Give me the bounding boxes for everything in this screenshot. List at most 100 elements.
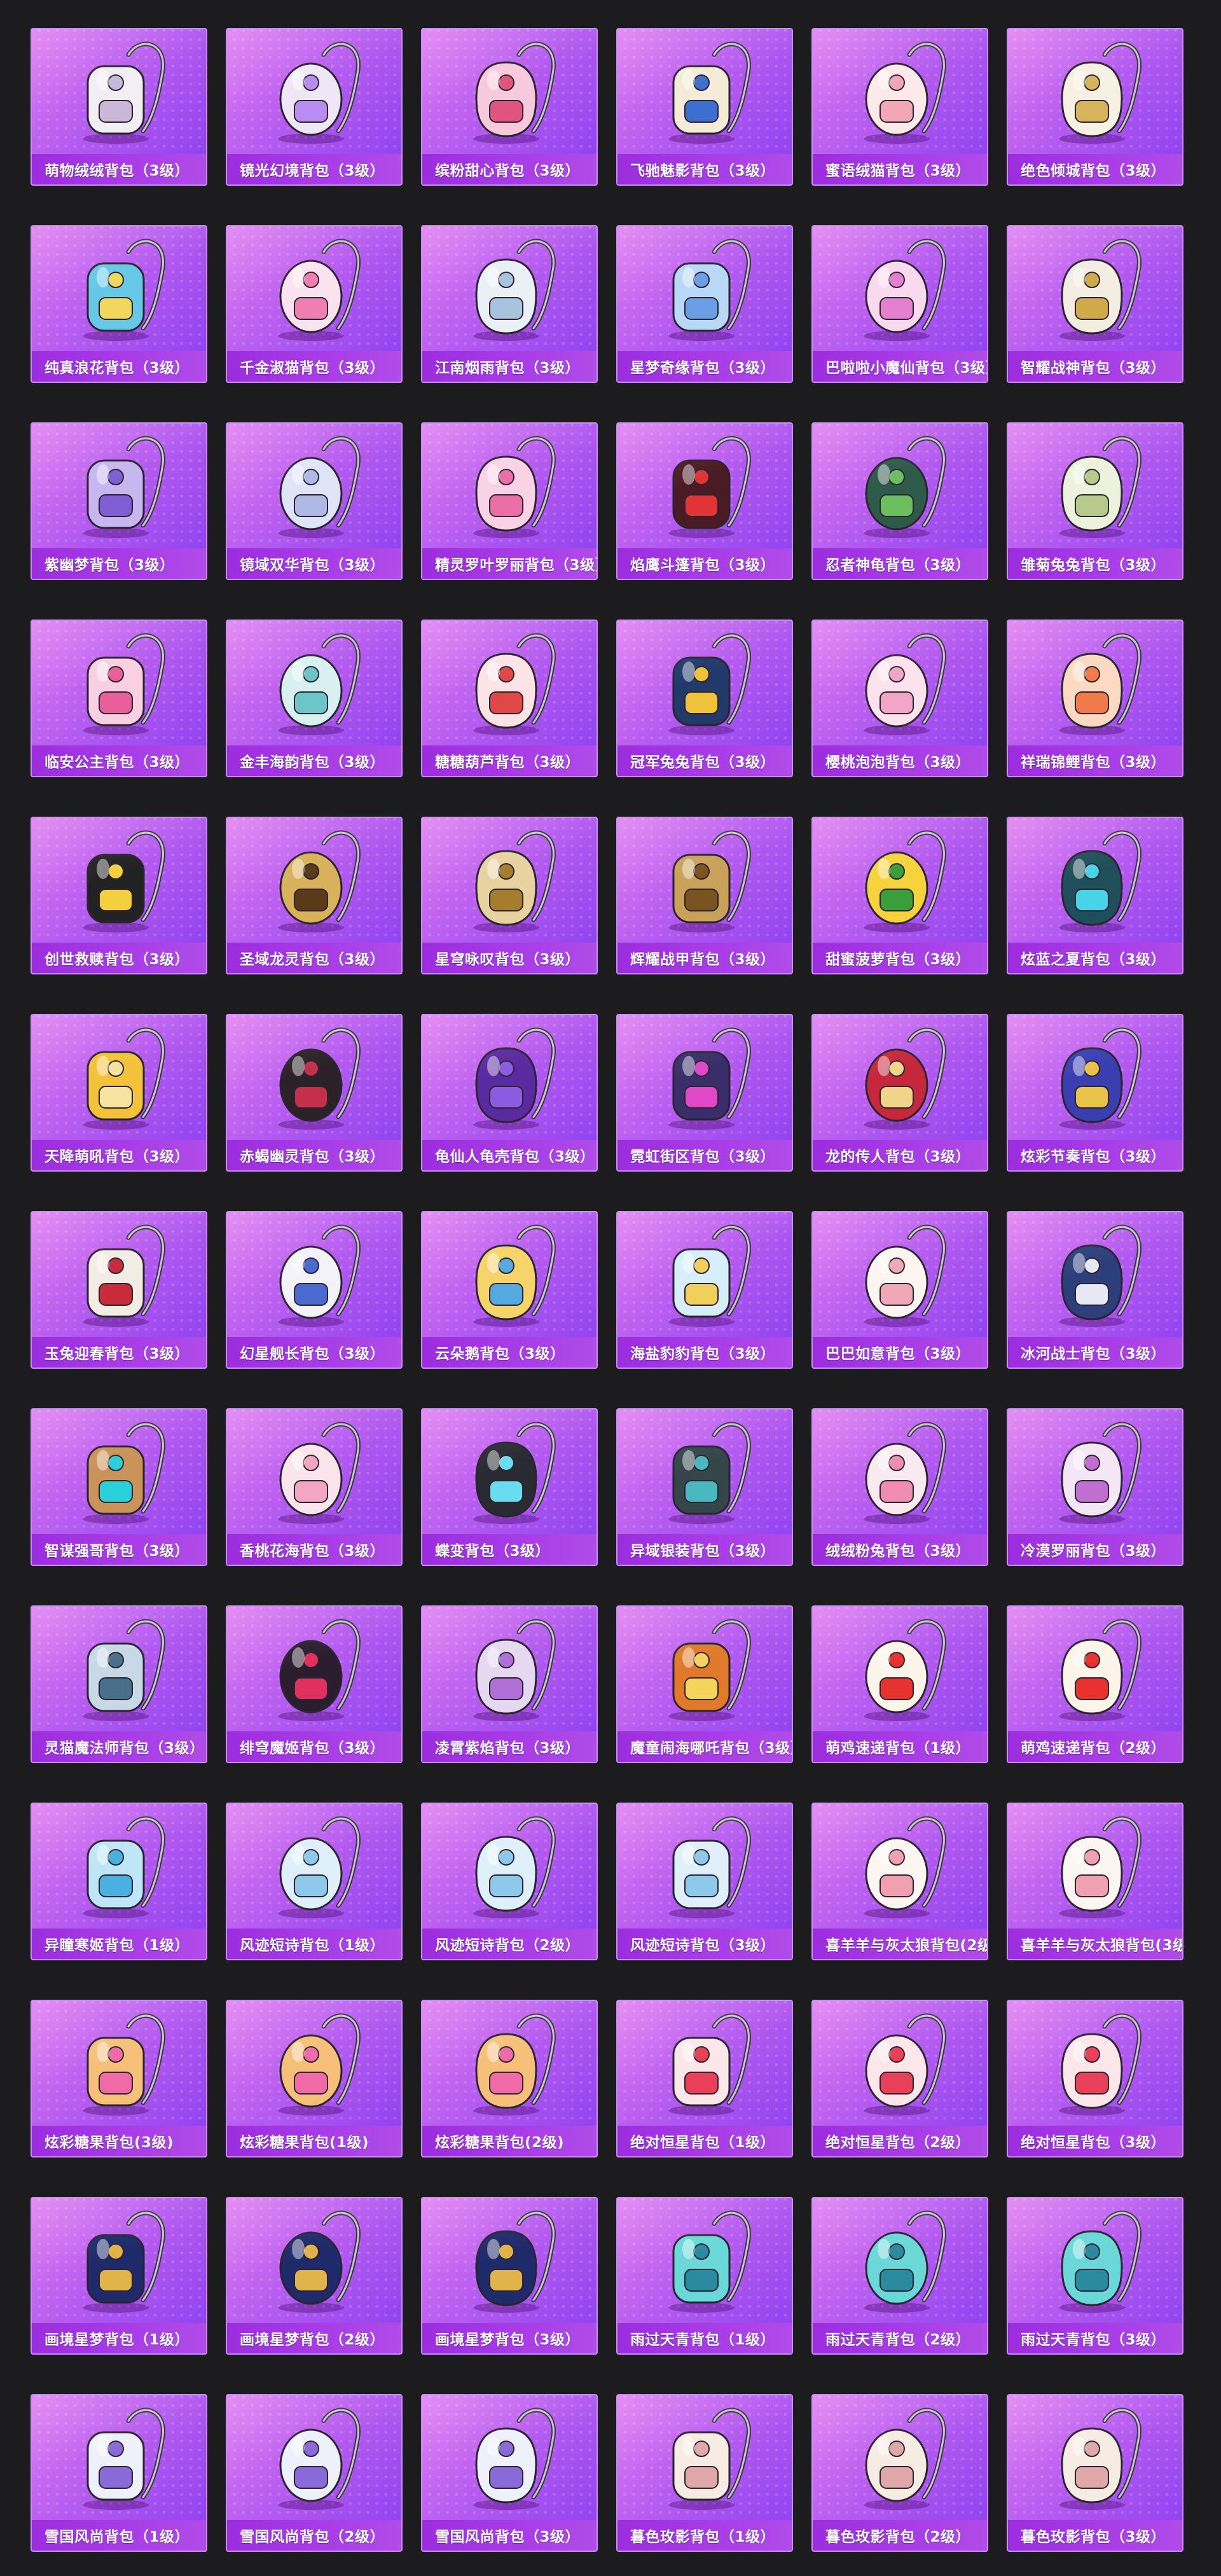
backpack-card[interactable]: 风迹短诗背包（1级） (226, 1803, 403, 1960)
backpack-card[interactable]: 冷漠罗丽背包（3级） (1007, 1408, 1183, 1566)
backpack-card[interactable]: 镜光幻境背包（3级） (226, 28, 403, 186)
backpack-card[interactable]: 炫蓝之夏背包（3级） (1007, 817, 1183, 974)
backpack-card[interactable]: 冠军兔兔背包（3级） (616, 620, 793, 777)
backpack-card[interactable]: 玉兔迎春背包（3级） (31, 1211, 207, 1369)
backpack-card[interactable]: 精灵罗叶罗丽背包（3级） (421, 422, 598, 580)
backpack-card[interactable]: 异域银装背包（3级） (616, 1408, 793, 1566)
backpack-card[interactable]: 创世救赎背包（3级） (31, 817, 207, 974)
label-bar: 智谋强哥背包（3级） (32, 1534, 206, 1565)
backpack-card[interactable]: 镜域双华背包（3级） (226, 422, 403, 580)
label-bar: 千金淑猫背包（3级） (227, 351, 401, 382)
backpack-card[interactable]: 金丰海韵背包（3级） (226, 620, 403, 777)
backpack-card[interactable]: 智耀战神背包（3级） (1007, 225, 1183, 383)
backpack-card[interactable]: 异瞳寒姬背包（1级） (31, 1803, 207, 1960)
backpack-card[interactable]: 蜜语绒猫背包（3级） (811, 28, 988, 186)
backpack-card[interactable]: 天降萌吼背包（3级） (31, 1014, 207, 1172)
backpack-card[interactable]: 星梦奇缘背包（3级） (616, 225, 793, 383)
backpack-card[interactable]: 喜羊羊与灰太狼背包(3级) (1007, 1803, 1183, 1960)
backpack-card[interactable]: 雏菊兔兔背包（3级） (1007, 422, 1183, 580)
backpack-name: 金丰海韵背包（3级） (240, 754, 385, 771)
dragon-heir-backpack-icon (864, 1027, 946, 1130)
backpack-card[interactable]: 冰河战士背包（3级） (1007, 1211, 1183, 1369)
pink-plush-bunny-backpack-icon (864, 1422, 946, 1524)
backpack-card[interactable]: 龙的传人背包（3级） (811, 1014, 988, 1172)
backpack-card[interactable]: 绝对恒星背包（2级） (811, 2000, 988, 2157)
backpack-card[interactable]: 暮色玫影背包（1级） (616, 2394, 793, 2552)
backpack-name: 智谋强哥背包（3级） (45, 1543, 190, 1560)
backpack-card[interactable]: 魔童闹海哪吒背包（3级） (616, 1605, 793, 1763)
backpack-card[interactable]: 风迹短诗背包（3级） (616, 1803, 793, 1960)
backpack-image (227, 29, 401, 154)
backpack-card[interactable]: 缤粉甜心背包（3级） (421, 28, 598, 186)
backpack-card[interactable]: 萌鸡速递背包（1级） (811, 1605, 988, 1763)
backpack-card[interactable]: 风迹短诗背包（2级） (421, 1803, 598, 1960)
backpack-card[interactable]: 甜蜜菠萝背包（3级） (811, 817, 988, 974)
backpack-card[interactable]: 画境星梦背包（2级） (226, 2197, 403, 2355)
backpack-card[interactable]: 暮色玫影背包（3级） (1007, 2394, 1183, 2552)
backpack-card[interactable]: 蝶变背包（3级） (421, 1408, 598, 1566)
backpack-card[interactable]: 辉耀战甲背包（3级） (616, 817, 793, 974)
backpack-card[interactable]: 灵猫魔法师背包（3级） (31, 1605, 207, 1763)
backpack-card[interactable]: 画境星梦背包（3级） (421, 2197, 598, 2355)
backpack-card[interactable]: 雨过天青背包（2级） (811, 2197, 988, 2355)
backpack-card[interactable]: 雪国风尚背包（2级） (226, 2394, 403, 2552)
backpack-card[interactable]: 纯真浪花背包（3级） (31, 225, 207, 383)
backpack-card[interactable]: 绯穹魔姬背包（3级） (226, 1605, 403, 1763)
backpack-card[interactable]: 雨过天青背包（1级） (616, 2197, 793, 2355)
backpack-card[interactable]: 幻星舰长背包（3级） (226, 1211, 403, 1369)
backpack-card[interactable]: 凌霄紫焰背包（3级） (421, 1605, 598, 1763)
backpack-card[interactable]: 炫彩糖果背包(2级) (421, 2000, 598, 2157)
backpack-card[interactable]: 星穹咏叹背包（3级） (421, 817, 598, 974)
backpack-card[interactable]: 糖糖葫芦背包（3级） (421, 620, 598, 777)
backpack-card[interactable]: 绝对恒星背包（1级） (616, 2000, 793, 2157)
backpack-card[interactable]: 云朵鹅背包（3级） (421, 1211, 598, 1369)
backpack-card[interactable]: 喜羊羊与灰太狼背包(2级) (811, 1803, 988, 1960)
backpack-card[interactable]: 焰鹰斗篷背包（3级） (616, 422, 793, 580)
backpack-card[interactable]: 龟仙人龟壳背包（3级） (421, 1014, 598, 1172)
label-bar: 魔童闹海哪吒背包（3级） (617, 1731, 792, 1762)
backpack-card[interactable]: 雨过天青背包（3级） (1007, 2197, 1183, 2355)
backpack-card[interactable]: 千金淑猫背包（3级） (226, 225, 403, 383)
label-bar: 暮色玫影背包（1级） (617, 2520, 792, 2551)
label-bar: 暮色玫影背包（2级） (813, 2520, 987, 2551)
backpack-name: 绯穹魔姬背包（3级） (240, 1740, 385, 1757)
backpack-card[interactable]: 忍者神龟背包（3级） (811, 422, 988, 580)
label-bar: 绯穹魔姬背包（3级） (227, 1731, 401, 1762)
backpack-card[interactable]: 画境星梦背包（1级） (31, 2197, 207, 2355)
donut-backpack-icon (278, 2013, 361, 2116)
backpack-card[interactable]: 祥瑞锦鲤背包（3级） (1007, 620, 1183, 777)
celadon-backpack-icon (1059, 2210, 1142, 2313)
backpack-card[interactable]: 雪国风尚背包（1级） (31, 2394, 207, 2552)
backpack-card[interactable]: 绝对恒星背包（3级） (1007, 2000, 1183, 2157)
label-bar: 甜蜜菠萝背包（3级） (813, 943, 987, 973)
backpack-card[interactable]: 海盐豹豹背包（3级） (616, 1211, 793, 1369)
backpack-card[interactable]: 巴啦啦小魔仙背包（3级） (811, 225, 988, 383)
backpack-card[interactable]: 飞驰魅影背包（3级） (616, 28, 793, 186)
backpack-card[interactable]: 赤蝎幽灵背包（3级） (226, 1014, 403, 1172)
backpack-image (422, 2395, 597, 2520)
backpack-card[interactable]: 樱桃泡泡背包（3级） (811, 620, 988, 777)
backpack-card[interactable]: 绝色倾城背包（3级） (1007, 28, 1183, 186)
label-bar: 圣域龙灵背包（3级） (227, 943, 401, 973)
champion-bunny-backpack-icon (668, 633, 751, 735)
backpack-card[interactable]: 暮色玫影背包（2级） (811, 2394, 988, 2552)
exotic-silver-backpack-icon (668, 1422, 751, 1524)
backpack-card[interactable]: 紫幽梦背包（3级） (31, 422, 207, 580)
backpack-card[interactable]: 香桃花海背包（3级） (226, 1408, 403, 1566)
label-bar: 龙的传人背包（3级） (813, 1140, 987, 1170)
sweet-pineapple-backpack-icon (864, 830, 946, 932)
backpack-card[interactable]: 巴巴如意背包（3级） (811, 1211, 988, 1369)
backpack-card[interactable]: 江南烟雨背包（3级） (421, 225, 598, 383)
backpack-card[interactable]: 临安公主背包（3级） (31, 620, 207, 777)
backpack-card[interactable]: 智谋强哥背包（3级） (31, 1408, 207, 1566)
backpack-card[interactable]: 绒绒粉兔背包（3级） (811, 1408, 988, 1566)
backpack-card[interactable]: 炫彩节奏背包（3级） (1007, 1014, 1183, 1172)
backpack-card[interactable]: 雪国风尚背包（3级） (421, 2394, 598, 2552)
backpack-card[interactable]: 炫彩糖果背包(1级) (226, 2000, 403, 2157)
backpack-card[interactable]: 萌物绒绒背包（3级） (31, 28, 207, 186)
snow-fashion-backpack-icon (83, 2407, 165, 2510)
backpack-card[interactable]: 炫彩糖果背包(3级) (31, 2000, 207, 2157)
backpack-card[interactable]: 霓虹街区背包（3级） (616, 1014, 793, 1172)
backpack-card[interactable]: 萌鸡速递背包（2级） (1007, 1605, 1183, 1763)
backpack-card[interactable]: 圣域龙灵背包（3级） (226, 817, 403, 974)
